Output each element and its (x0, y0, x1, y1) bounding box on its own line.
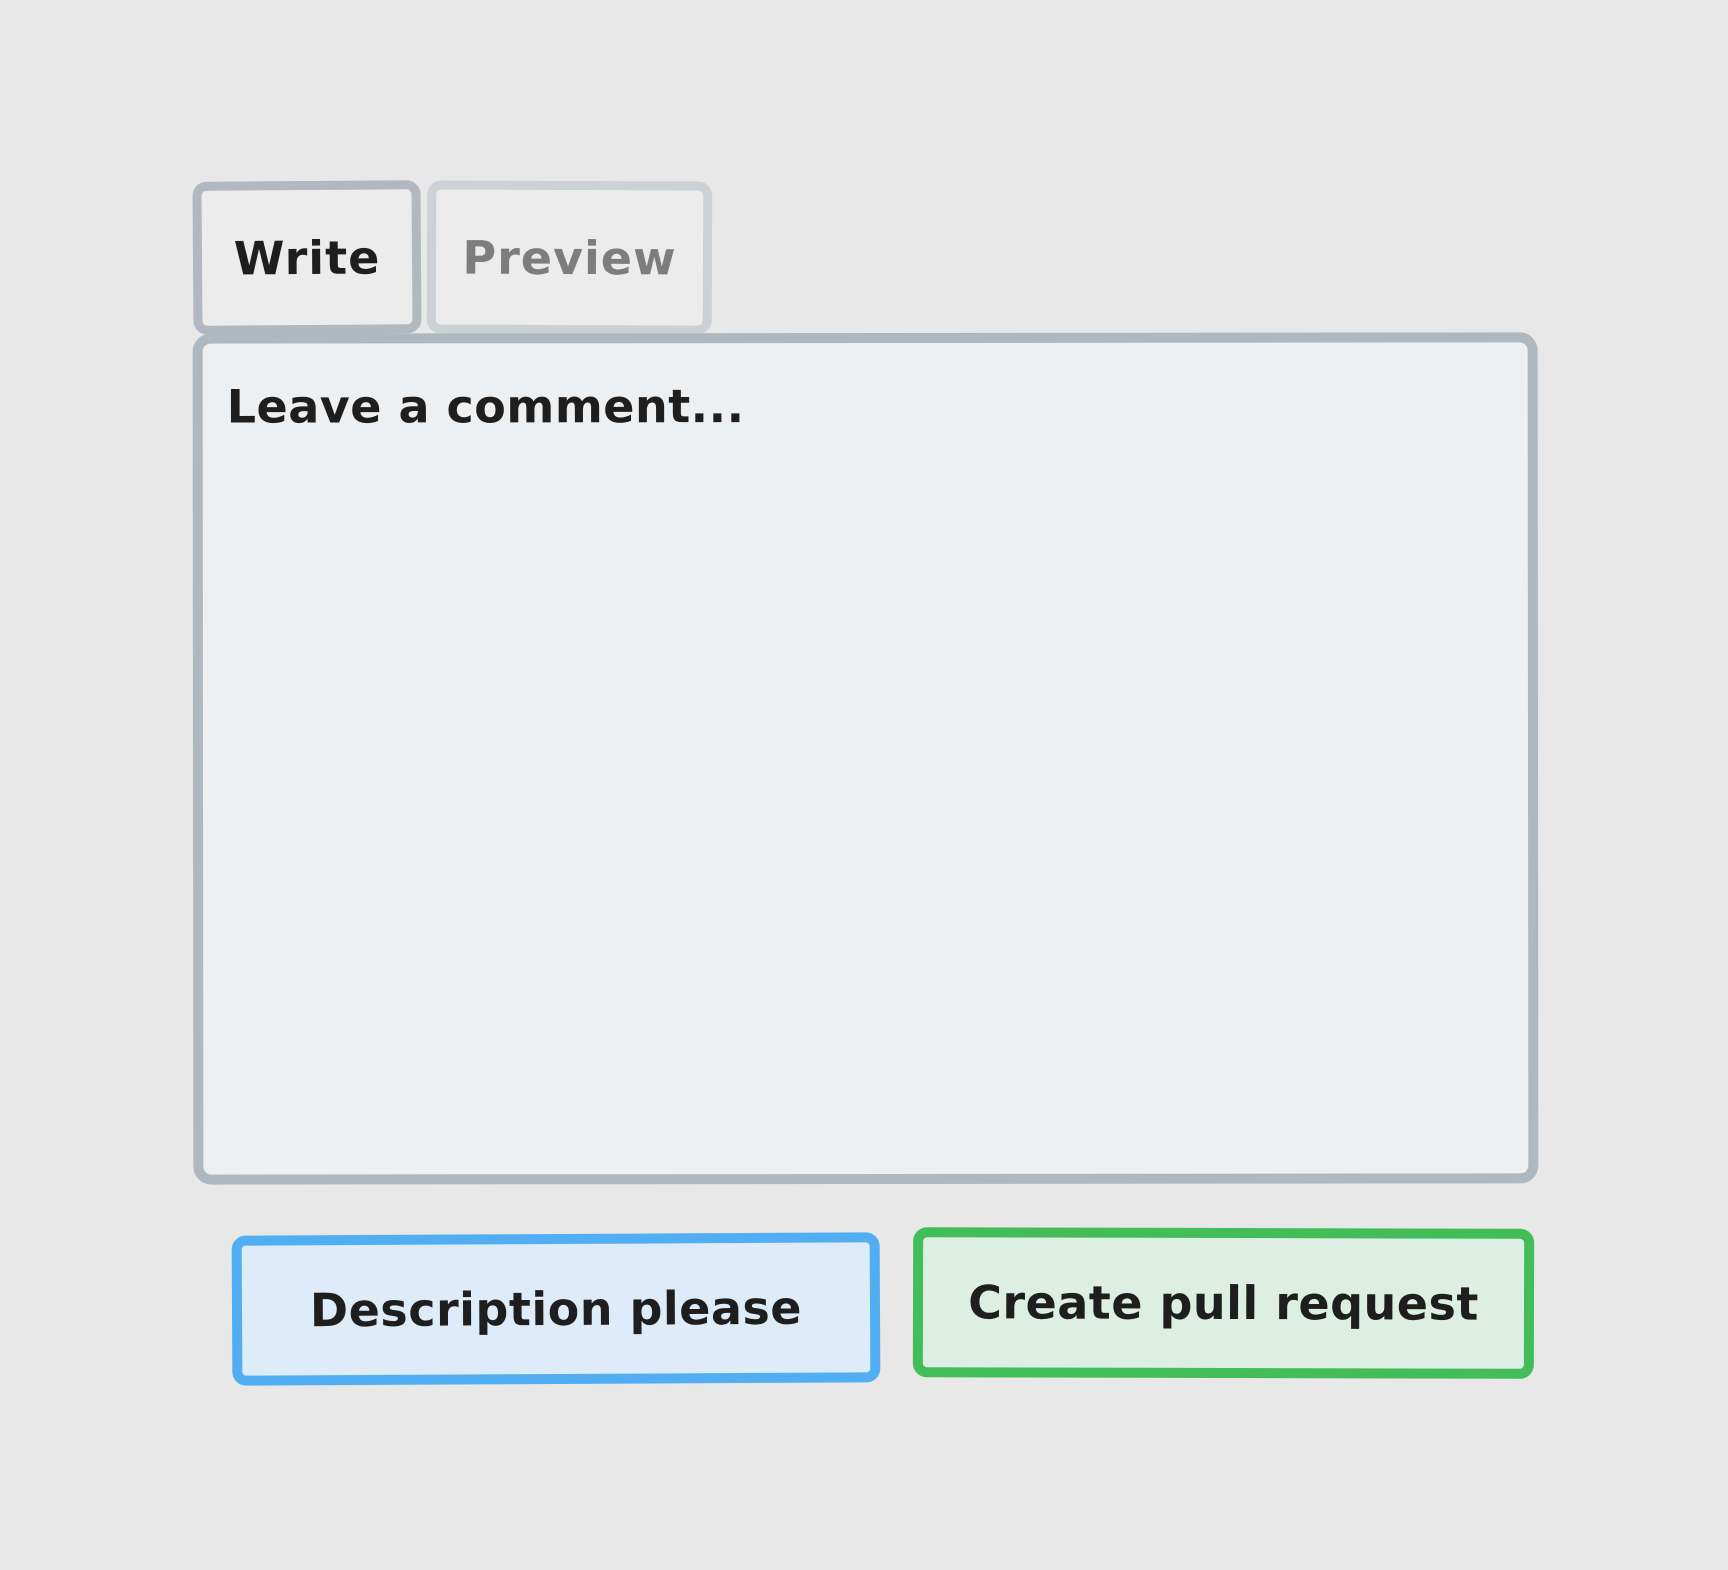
tab-preview[interactable]: Preview (426, 180, 713, 335)
create-pull-request-label: Create pull request (968, 1275, 1479, 1331)
tab-write-label: Write (233, 229, 381, 286)
tab-preview-label: Preview (462, 230, 677, 285)
comment-textarea[interactable]: Leave a comment... (192, 332, 1539, 1185)
create-pull-request-button[interactable]: Create pull request (912, 1227, 1535, 1379)
description-please-button[interactable]: Description please (231, 1232, 881, 1386)
comment-placeholder: Leave a comment... (226, 379, 745, 434)
description-please-label: Description please (309, 1280, 803, 1338)
tab-write[interactable]: Write (192, 180, 422, 335)
